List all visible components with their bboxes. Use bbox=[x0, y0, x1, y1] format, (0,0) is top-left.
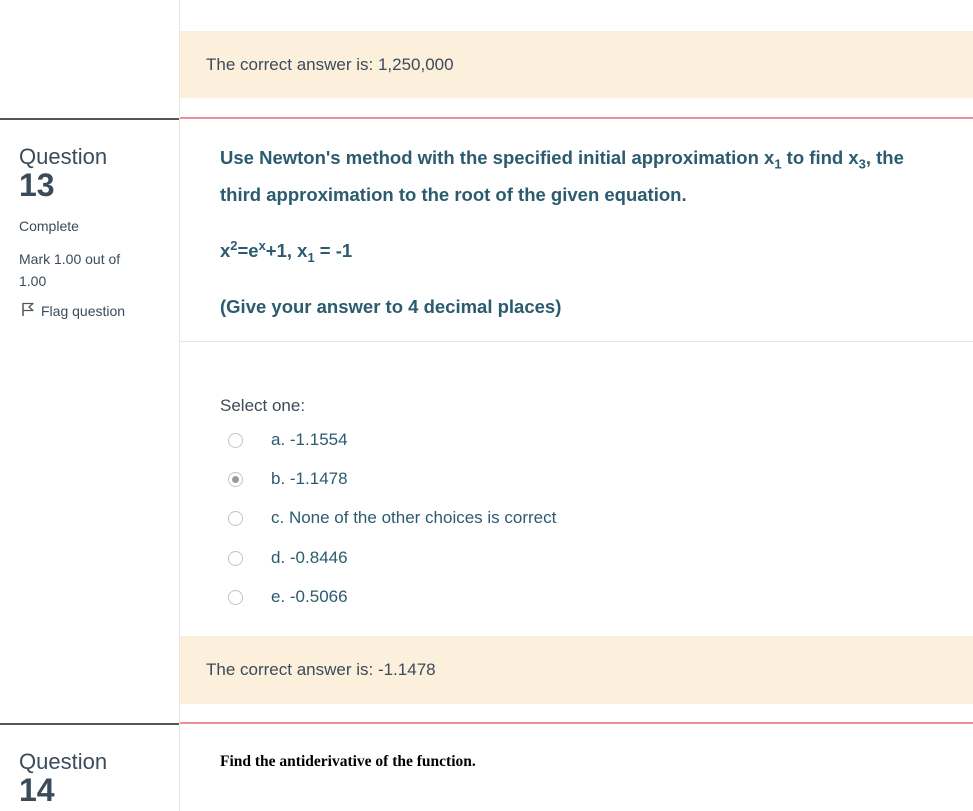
feedback-text: The correct answer is: 1,250,000 bbox=[206, 54, 454, 74]
question-info-column bbox=[0, 0, 179, 811]
question-mark-line1: Mark 1.00 out of bbox=[19, 251, 121, 267]
previous-question-feedback: The correct answer is: 1,250,000 bbox=[180, 31, 973, 98]
question-text-line2: third approximation to the root of the g… bbox=[220, 183, 687, 205]
question-13-feedback: The correct answer is: -1.1478 bbox=[180, 636, 973, 704]
question-14-divider-right bbox=[180, 722, 973, 724]
question-text: Use Newton's method with the specified i… bbox=[220, 143, 960, 210]
question-text: Find the antiderivative of the function. bbox=[220, 753, 476, 770]
question-text-line1: Use Newton's method with the specified i… bbox=[220, 147, 904, 172]
question-instruction: (Give your answer to 4 decimal places) bbox=[220, 296, 562, 317]
answer-option-label: e. -0.5066 bbox=[271, 587, 348, 606]
flag-icon bbox=[21, 302, 35, 320]
question-number: 13 bbox=[19, 167, 55, 203]
radio-button[interactable] bbox=[228, 550, 243, 566]
answer-option-c[interactable]: c. None of the other choices is correct bbox=[220, 506, 920, 530]
answer-option-label: c. None of the other choices is correct bbox=[271, 508, 557, 527]
answer-option-label: d. -0.8446 bbox=[271, 548, 348, 567]
radio-button[interactable] bbox=[228, 589, 243, 605]
answer-option-b[interactable]: b. -1.1478 bbox=[220, 467, 920, 491]
question-mark-line2: 1.00 bbox=[19, 273, 47, 289]
answer-option-label: a. -1.1554 bbox=[271, 430, 348, 449]
question-13-divider-right bbox=[180, 117, 973, 119]
select-one-prompt: Select one: bbox=[220, 396, 306, 415]
question-status: Complete bbox=[19, 218, 79, 234]
question-13-divider-left bbox=[0, 118, 179, 120]
flag-question-label: Flag question bbox=[41, 303, 126, 319]
question-equation: x2=ex+1, x1 = -1 bbox=[220, 238, 353, 265]
question-number: 14 bbox=[19, 772, 55, 808]
radio-button[interactable] bbox=[228, 432, 243, 448]
radio-button[interactable] bbox=[228, 510, 243, 526]
answer-option-e[interactable]: e. -0.5066 bbox=[220, 585, 920, 609]
question-answer-separator bbox=[180, 341, 973, 342]
answer-option-d[interactable]: d. -0.8446 bbox=[220, 546, 920, 570]
answer-option-a[interactable]: a. -1.1554 bbox=[220, 428, 920, 452]
answer-option-label: b. -1.1478 bbox=[271, 469, 348, 488]
feedback-text: The correct answer is: -1.1478 bbox=[206, 660, 436, 679]
flag-question-link[interactable]: Flag question bbox=[21, 302, 125, 320]
radio-button-selected[interactable] bbox=[228, 471, 243, 487]
question-14-divider-left bbox=[0, 723, 179, 725]
